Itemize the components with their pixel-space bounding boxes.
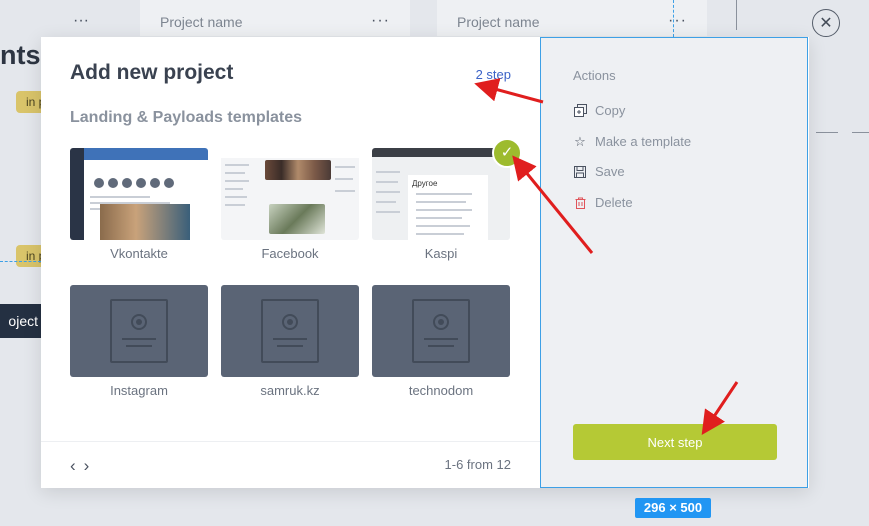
bg-project-name: Project name [457,14,540,30]
template-tile-technodom[interactable]: technodom [372,285,510,398]
template-tile-instagram[interactable]: Instagram [70,285,208,398]
star-icon: ☆ [574,133,586,149]
trash-icon [573,196,587,210]
chevron-right-icon[interactable]: › [84,456,98,475]
guide-line [673,0,674,37]
action-make-template[interactable]: ☆ Make a template [573,133,692,150]
template-thumbnail: Другое [372,148,510,240]
placeholder-image-icon [110,299,168,363]
bg-new-project-button[interactable]: oject [0,304,46,338]
bg-divider [816,132,838,133]
pagination-controls: ‹› [70,456,97,476]
template-thumbnail [70,285,208,377]
template-thumbnail [221,148,359,240]
modal-title: Add new project [70,61,234,84]
bg-divider [736,0,737,30]
kaspi-heading: Другое [412,179,438,188]
template-label: Facebook [261,246,319,261]
footer-divider [41,441,540,442]
template-tile-facebook[interactable]: Facebook [221,148,359,261]
bg-divider [852,132,869,133]
template-label: Instagram [110,383,168,398]
placeholder-image-icon [261,299,319,363]
template-thumbnail [70,148,208,240]
template-tile-kaspi[interactable]: Другое Kaspi [372,148,510,261]
template-label: samruk.kz [260,383,320,398]
templates-section: Add new project 2 step Landing & Payload… [41,37,540,488]
template-tile-vkontakte[interactable]: Vkontakte [70,148,208,261]
action-label: Save [595,164,625,179]
bg-more-icon[interactable]: ··· [73,12,89,30]
add-project-modal: Add new project 2 step Landing & Payload… [41,37,809,488]
template-label: Vkontakte [110,246,168,261]
template-label: technodom [408,383,474,398]
next-step-button[interactable]: Next step [573,424,777,460]
placeholder-image-icon [412,299,470,363]
action-label: Delete [595,195,633,210]
guide-line [0,261,41,262]
bg-project-name: Project name [160,14,243,30]
save-icon [573,165,587,179]
action-save[interactable]: Save [573,164,625,179]
actions-panel: Actions Copy ☆ Make a template Save Dele… [540,37,808,488]
step-indicator: 2 step [475,67,511,82]
bg-more-icon[interactable]: ··· [668,12,687,30]
bg-project-card: Project name ··· [437,0,707,36]
templates-subtitle: Landing & Payloads templates [70,109,303,126]
pagination-count: 1-6 from 12 [444,457,511,472]
selected-check-icon: ✓ [492,138,522,168]
bg-project-card: Project name ··· [140,0,410,36]
action-label: Copy [595,103,626,118]
template-tile-samruk[interactable]: samruk.kz [221,285,359,398]
action-label: Make a template [595,134,692,149]
template-label: Kaspi [424,246,458,261]
template-thumbnail [372,285,510,377]
template-thumbnail [221,285,359,377]
bg-page-heading: nts [0,40,41,70]
size-badge: 296 × 500 [635,498,711,518]
action-copy[interactable]: Copy [573,103,625,118]
action-delete[interactable]: Delete [573,195,633,210]
close-icon[interactable]: ✕ [812,9,840,37]
actions-heading: Actions [573,68,616,83]
bg-more-icon[interactable]: ··· [371,12,390,30]
copy-icon [573,104,587,118]
chevron-left-icon[interactable]: ‹ [70,456,84,475]
